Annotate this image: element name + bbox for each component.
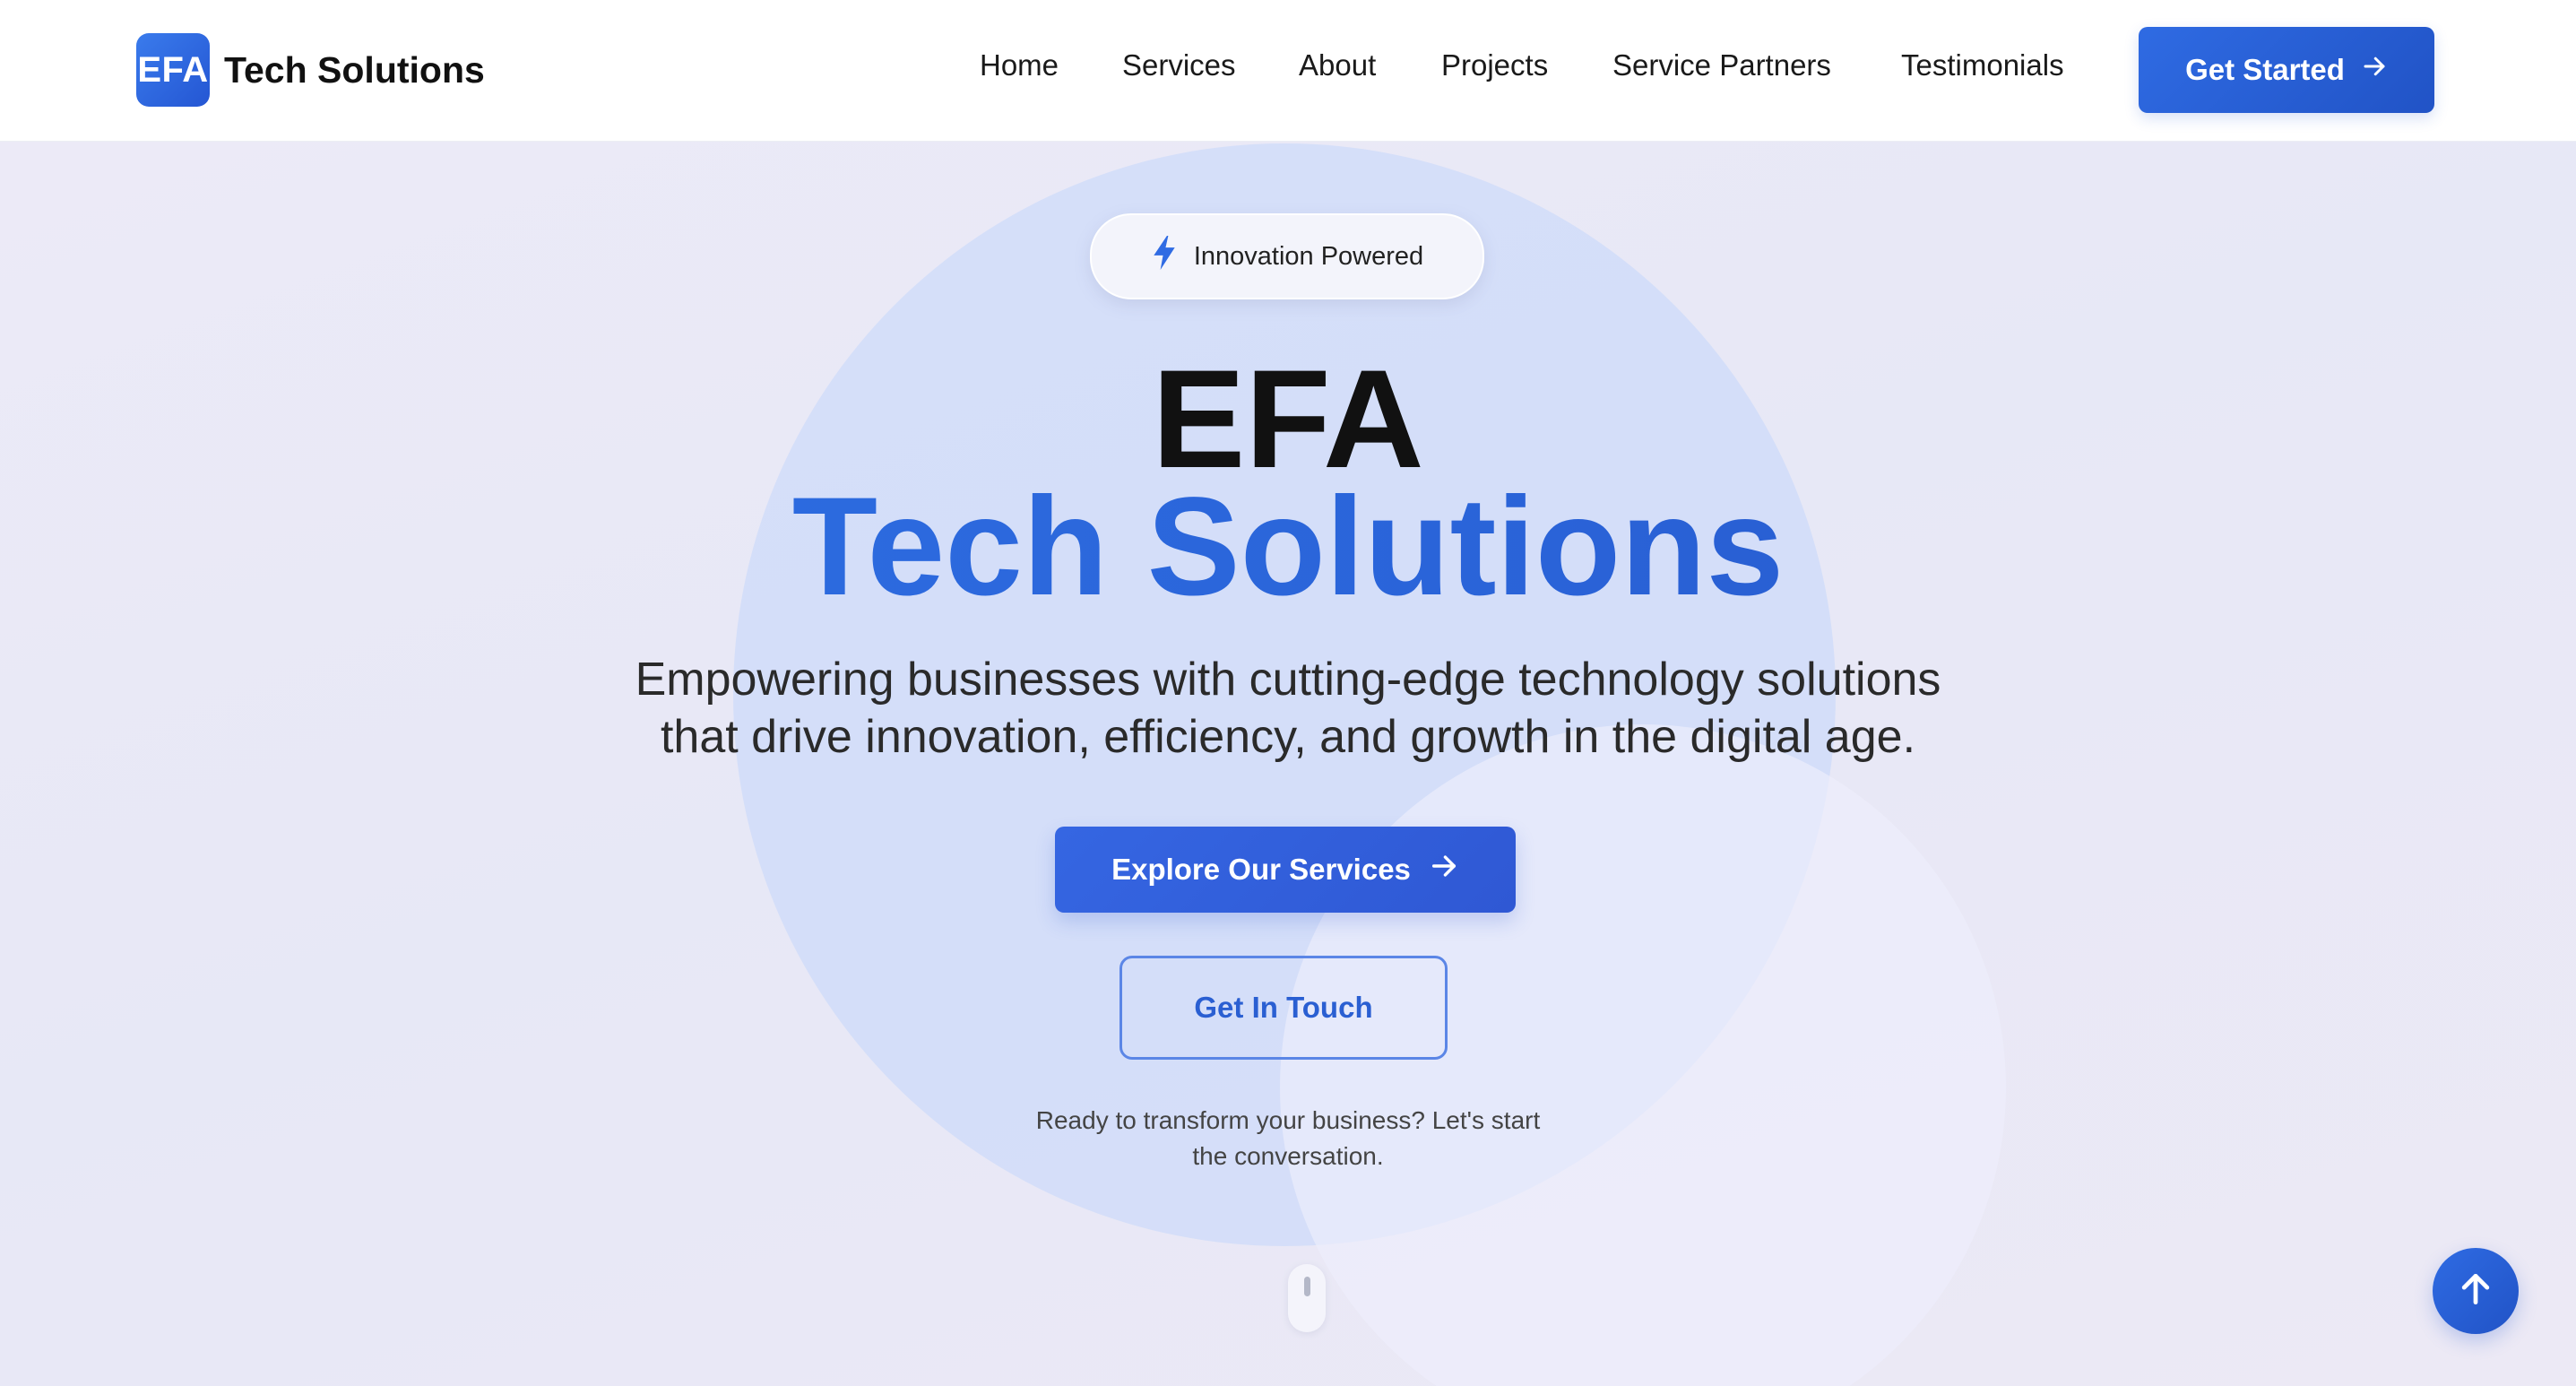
hero-subtitle-line1: Empowering businesses with cutting-edge …	[635, 654, 1941, 706]
badge-label: Innovation Powered	[1193, 241, 1424, 271]
get-started-button[interactable]: Get Started	[2139, 27, 2434, 113]
innovation-badge: Innovation Powered	[1090, 213, 1484, 299]
hero-tagline-line1: Ready to transform your business? Let's …	[1035, 1106, 1541, 1134]
mouse-scroll-icon[interactable]	[1288, 1264, 1326, 1332]
nav-item-services[interactable]: Services	[1122, 48, 1236, 82]
explore-services-button[interactable]: Explore Our Services	[1055, 827, 1516, 913]
hero-subtitle-line2: that drive innovation, efficiency, and g…	[660, 711, 1916, 763]
site-header: EFA Tech Solutions Home Services About P…	[0, 0, 2576, 142]
hero-tagline: Ready to transform your business? Let's …	[0, 1103, 2576, 1174]
explore-services-label: Explore Our Services	[1111, 853, 1411, 886]
logo-badge: EFA	[136, 33, 210, 107]
logo-text: Tech Solutions	[224, 48, 485, 91]
scroll-wheel	[1304, 1277, 1310, 1296]
nav-item-testimonials[interactable]: Testimonials	[1901, 48, 2064, 82]
logo[interactable]: EFA Tech Solutions	[136, 33, 485, 107]
get-in-touch-button[interactable]: Get In Touch	[1119, 956, 1448, 1060]
get-started-label: Get Started	[2185, 53, 2345, 86]
arrow-right-icon	[2361, 53, 2388, 87]
nav-item-home[interactable]: Home	[980, 48, 1059, 82]
nav-item-service-partners[interactable]: Service Partners	[1612, 48, 1831, 82]
arrow-right-icon	[1429, 851, 1459, 888]
hero-subtitle: Empowering businesses with cutting-edge …	[0, 651, 2576, 766]
back-to-top-button[interactable]	[2433, 1248, 2519, 1334]
hero-title-line2: Tech Solutions	[0, 475, 2576, 619]
nav-item-projects[interactable]: Projects	[1441, 48, 1548, 82]
hero-section: Innovation Powered EFA Tech Solutions Em…	[0, 142, 2576, 1386]
lightning-icon	[1151, 236, 1178, 277]
nav-item-about[interactable]: About	[1299, 48, 1376, 82]
arrow-up-icon	[2456, 1269, 2495, 1313]
hero-tagline-line2: the conversation.	[1192, 1142, 1384, 1170]
